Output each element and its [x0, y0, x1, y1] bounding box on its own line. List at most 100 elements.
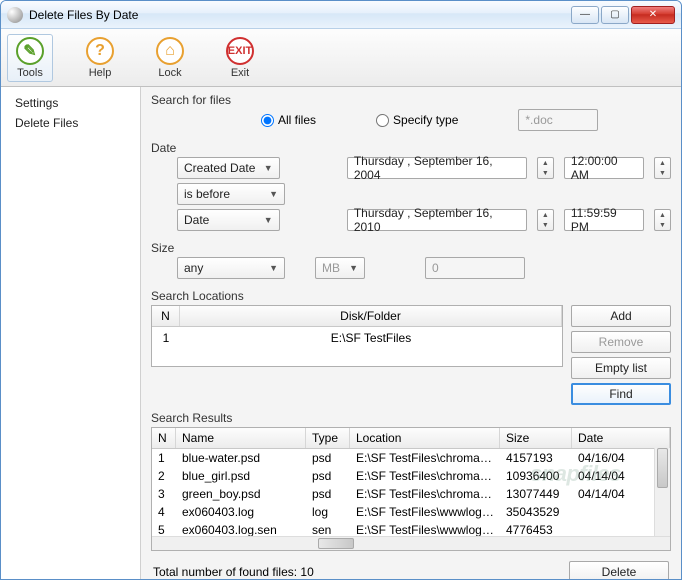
tools-button[interactable]: ✎ Tools [7, 34, 53, 82]
result-row[interactable]: 2blue_girl.psdpsdE:\SF TestFiles\chroma-… [152, 467, 670, 485]
res-cell-location: E:\SF TestFiles\chroma-sa... [350, 449, 500, 467]
file-type-input[interactable]: *.doc [518, 109, 598, 131]
result-row[interactable]: 1blue-water.psdpsdE:\SF TestFiles\chroma… [152, 449, 670, 467]
total-files-label: Total number of found files: 10 [153, 565, 314, 579]
res-cell-location: E:\SF TestFiles\wwwlogfiles\ [350, 503, 500, 521]
res-cell-size: 13077449 [500, 485, 572, 503]
titlebar: Delete Files By Date — ▢ ✕ [1, 1, 681, 29]
res-cell-name: blue_girl.psd [176, 467, 306, 485]
result-row[interactable]: 4ex060403.loglogE:\SF TestFiles\wwwlogfi… [152, 503, 670, 521]
exit-button[interactable]: EXIT Exit [217, 34, 263, 82]
date-mode-value: Date [184, 213, 209, 227]
app-icon [7, 7, 23, 23]
size-mode-select[interactable]: any ▼ [177, 257, 285, 279]
size-value-input[interactable]: 0 [425, 257, 525, 279]
remove-button[interactable]: Remove [571, 331, 671, 353]
results-label: Search Results [151, 411, 671, 425]
res-cell-name: blue-water.psd [176, 449, 306, 467]
res-cell-name: green_boy.psd [176, 485, 306, 503]
location-row[interactable]: 1 E:\SF TestFiles [152, 327, 562, 349]
compare-value: is before [184, 187, 230, 201]
results-scrollbar-horizontal[interactable] [152, 536, 670, 550]
exit-label: Exit [231, 67, 249, 79]
add-button[interactable]: Add [571, 305, 671, 327]
time1-input[interactable]: 12:00:00 AM [564, 157, 644, 179]
all-files-radio[interactable]: All files [261, 113, 316, 127]
date-mode-select[interactable]: Date ▼ [177, 209, 280, 231]
compare-select[interactable]: is before ▼ [177, 183, 285, 205]
res-cell-size: 35043529 [500, 503, 572, 521]
res-cell-n: 3 [152, 485, 176, 503]
specify-type-radio-input[interactable] [376, 114, 389, 127]
res-cell-location: E:\SF TestFiles\chroma-sa... [350, 485, 500, 503]
res-cell-n: 2 [152, 467, 176, 485]
locations-label: Search Locations [151, 289, 671, 303]
loc-cell-n: 1 [152, 329, 180, 347]
exit-icon: EXIT [226, 37, 254, 65]
res-cell-size: 4157193 [500, 449, 572, 467]
res-cell-type: psd [306, 485, 350, 503]
res-header-size[interactable]: Size [500, 428, 572, 448]
close-button[interactable]: ✕ [631, 6, 675, 24]
sidebar-item-settings[interactable]: Settings [1, 93, 140, 113]
res-header-name[interactable]: Name [176, 428, 306, 448]
res-cell-type: psd [306, 467, 350, 485]
res-cell-type: sen [306, 521, 350, 536]
sidebar: Settings Delete Files [1, 87, 141, 580]
res-header-location[interactable]: Location [350, 428, 500, 448]
res-cell-location: E:\SF TestFiles\wwwlogfiles\ [350, 521, 500, 536]
results-scrollbar-vertical[interactable] [654, 448, 670, 536]
minimize-button[interactable]: — [571, 6, 599, 24]
chevron-down-icon: ▼ [264, 215, 273, 225]
result-row[interactable]: 5ex060403.log.sensenE:\SF TestFiles\wwwl… [152, 521, 670, 536]
find-button[interactable]: Find [571, 383, 671, 405]
size-unit-value: MB [322, 261, 340, 275]
date2-input[interactable]: Thursday , September 16, 2010 [347, 209, 527, 231]
help-label: Help [89, 67, 112, 79]
pencil-icon: ✎ [16, 37, 44, 65]
chevron-down-icon: ▼ [269, 263, 278, 273]
search-files-label: Search for files [151, 93, 671, 107]
time2-spinner[interactable]: ▲▼ [654, 209, 671, 231]
res-cell-location: E:\SF TestFiles\chroma-sa... [350, 467, 500, 485]
lock-label: Lock [158, 67, 181, 79]
chevron-down-icon: ▼ [349, 263, 358, 273]
lock-icon: ⌂ [156, 37, 184, 65]
chevron-down-icon: ▼ [264, 163, 273, 173]
res-header-n[interactable]: N [152, 428, 176, 448]
results-table: N Name Type Location Size Date 1blue-wat… [151, 427, 671, 551]
result-row[interactable]: 3green_boy.psdpsdE:\SF TestFiles\chroma-… [152, 485, 670, 503]
date-field-select[interactable]: Created Date ▼ [177, 157, 280, 179]
help-button[interactable]: ? Help [77, 34, 123, 82]
loc-header-n[interactable]: N [152, 306, 180, 326]
main-panel: Search for files All files Specify type … [141, 87, 681, 580]
maximize-button[interactable]: ▢ [601, 6, 629, 24]
res-header-date[interactable]: Date [572, 428, 670, 448]
date2-spinner[interactable]: ▲▼ [537, 209, 554, 231]
res-header-type[interactable]: Type [306, 428, 350, 448]
res-cell-n: 1 [152, 449, 176, 467]
empty-list-button[interactable]: Empty list [571, 357, 671, 379]
date-label: Date [151, 141, 671, 155]
loc-cell-path: E:\SF TestFiles [180, 329, 562, 347]
date1-spinner[interactable]: ▲▼ [537, 157, 554, 179]
res-cell-type: log [306, 503, 350, 521]
sidebar-item-delete-files[interactable]: Delete Files [1, 113, 140, 133]
size-unit-select[interactable]: MB ▼ [315, 257, 365, 279]
res-cell-name: ex060403.log.sen [176, 521, 306, 536]
date2-value: Thursday , September 16, 2010 [354, 206, 520, 234]
lock-button[interactable]: ⌂ Lock [147, 34, 193, 82]
date1-value: Thursday , September 16, 2004 [354, 154, 520, 182]
all-files-radio-input[interactable] [261, 114, 274, 127]
delete-button[interactable]: Delete [569, 561, 669, 580]
res-cell-name: ex060403.log [176, 503, 306, 521]
size-label: Size [151, 241, 671, 255]
res-cell-size: 10936400 [500, 467, 572, 485]
specify-type-radio[interactable]: Specify type [376, 113, 458, 127]
time2-input[interactable]: 11:59:59 PM [564, 209, 644, 231]
tools-label: Tools [17, 67, 43, 79]
locations-table: N Disk/Folder 1 E:\SF TestFiles [151, 305, 563, 367]
loc-header-path[interactable]: Disk/Folder [180, 306, 562, 326]
time1-spinner[interactable]: ▲▼ [654, 157, 671, 179]
date1-input[interactable]: Thursday , September 16, 2004 [347, 157, 527, 179]
